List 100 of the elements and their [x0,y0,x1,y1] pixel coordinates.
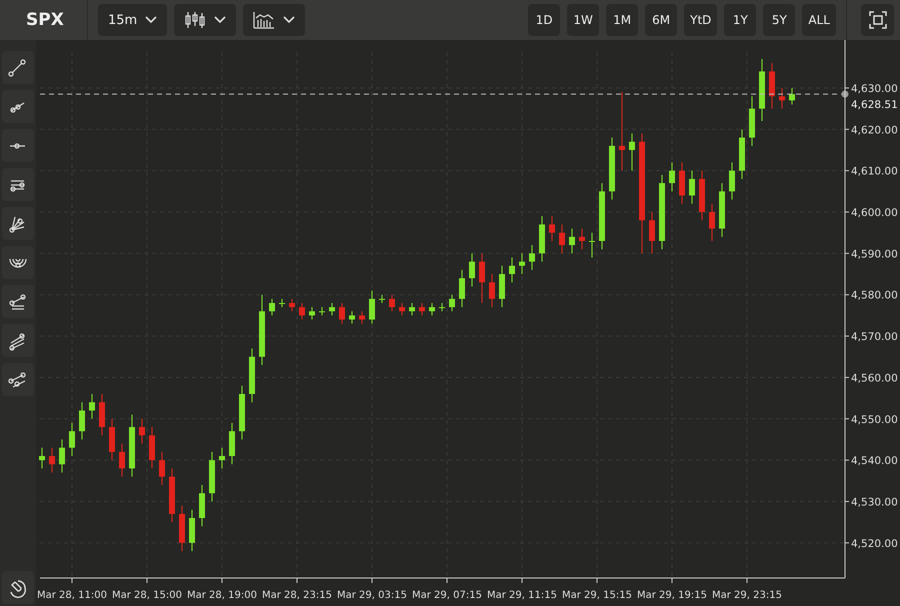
drawing-tool-button[interactable] [2,363,34,396]
candlestick [139,418,145,444]
candlestick [159,451,165,486]
candlestick [629,132,635,172]
drawing-tool-button[interactable] [2,51,34,84]
candlestick [329,302,335,316]
time-range-button[interactable]: ALL [802,4,836,36]
candlestick-icon [184,11,206,29]
time-label: Mar 29, 11:15 [487,590,557,601]
drawing-tool-button[interactable] [2,324,34,357]
candlestick [109,418,115,461]
time-range-button[interactable]: YtD [684,4,718,36]
chevron-down-icon [214,16,226,24]
candlestick [419,302,425,316]
price-label: 4,630.00 [851,82,898,95]
candlestick [99,393,105,436]
price-label: 4,530.00 [851,496,898,508]
candlestick [289,298,295,312]
indicator-chart-icon [253,11,276,29]
candlestick [549,216,555,242]
candlestick [209,451,215,502]
price-label: 4,580.00 [851,290,898,302]
candlestick [689,170,695,204]
drawing-tool-button[interactable] [2,285,34,318]
candlestick [739,128,745,180]
candlestick [459,269,465,308]
candlestick [389,294,395,312]
candlestick [499,265,505,308]
candlestick [309,306,315,320]
time-range-button[interactable]: 5Y [763,4,796,36]
candlestick [49,447,55,474]
drawing-tool-button[interactable] [2,168,34,201]
candlestick [129,414,135,478]
candlestick [449,294,455,312]
time-range-button[interactable]: 1Y [724,4,756,36]
price-label: 4,540.00 [851,455,898,468]
candlestick [559,224,565,254]
time-range-button[interactable]: 1M [606,4,638,36]
candlestick [249,348,255,403]
candlestick [649,212,655,254]
time-label: Mar 28, 23:15 [262,590,332,601]
candlestick [229,422,235,465]
indicators-dropdown[interactable] [243,4,306,36]
time-range-button[interactable]: 1W [567,4,600,36]
candlestick [569,228,575,254]
candlestick [439,302,445,312]
drawing-tool-button[interactable] [2,90,34,123]
time-label: Mar 29, 15:15 [562,590,632,601]
candlestick [259,294,265,366]
time-label: Mar 29, 07:15 [412,590,482,601]
candlestick [299,302,305,320]
candlestick [269,298,275,316]
candlestick [239,385,245,440]
drawing-tool-button[interactable] [2,246,34,279]
time-label: Mar 28, 11:00 [37,590,107,601]
candlestick [149,426,155,469]
candlestick [169,468,175,523]
drawing-tool-button[interactable] [2,129,34,162]
price-label: 4,550.00 [851,414,898,426]
candlestick [79,402,85,440]
candlestick [119,443,125,478]
candlestick [669,162,675,192]
chart-type-dropdown[interactable] [174,4,236,36]
time-range-button[interactable]: 6M [645,4,678,36]
candlestick [609,137,615,200]
candlestick [369,290,375,324]
candlestick [779,87,785,110]
interval-dropdown[interactable]: 15m [98,4,168,36]
candlestick [749,96,755,146]
candlestick [539,216,545,262]
candlestick [789,87,795,106]
last-price-label: 4,628.51 [851,99,898,112]
candlestick [729,162,735,200]
time-range-button[interactable]: 1D [528,4,560,36]
price-label: 4,560.00 [851,372,898,384]
candlestick [339,302,345,324]
candlestick [479,252,485,304]
price-label: 4,620.00 [851,124,898,136]
time-label: Mar 29, 23:15 [712,590,782,601]
candlestick [769,62,775,110]
arcs-icon [9,258,27,268]
price-label: 4,590.00 [851,248,898,260]
candlestick [349,310,355,324]
candlestick [709,203,715,242]
candlestick [409,302,415,316]
candlestick [599,182,605,250]
candlestick [429,302,435,316]
time-label: Mar 29, 19:15 [637,590,707,601]
candlestick [89,393,95,420]
candlestick [529,244,535,270]
candlestick [379,294,385,304]
chevron-down-icon [145,16,158,24]
candlestick [719,182,725,238]
price-label: 4,600.00 [851,207,898,220]
candlestick [279,298,285,308]
drawing-tool-button[interactable] [2,207,34,240]
candlestick [189,509,195,552]
magnet-button[interactable] [2,571,34,604]
fullscreen-button[interactable] [861,4,894,36]
candlestick [759,58,765,122]
